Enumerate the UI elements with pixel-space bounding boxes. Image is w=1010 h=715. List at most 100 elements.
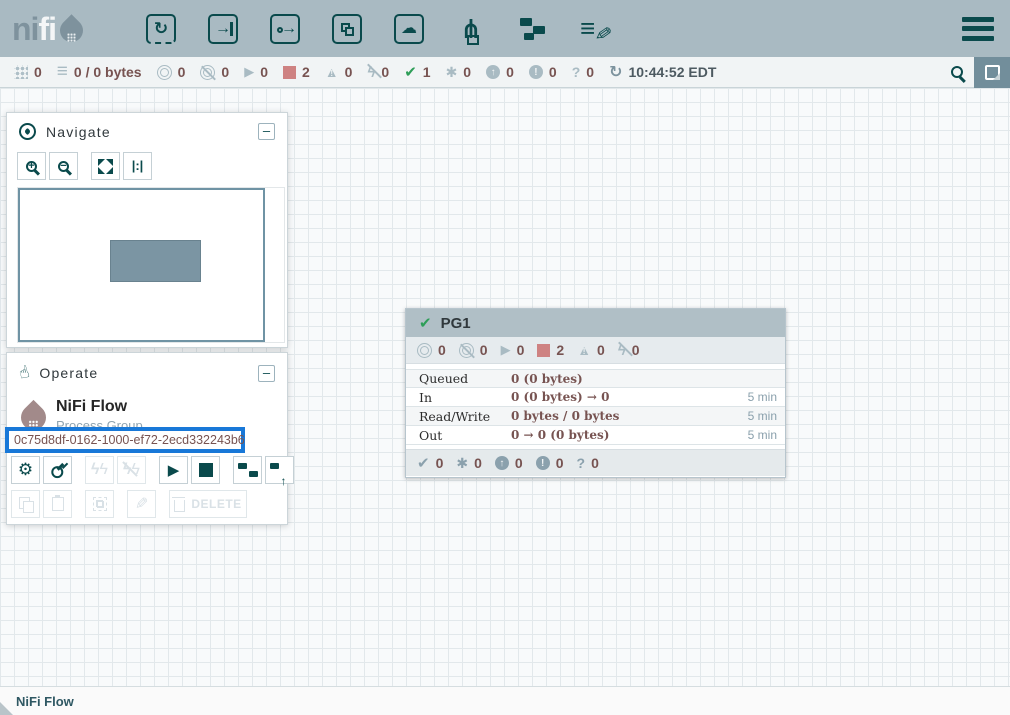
operate-panel-header: Operate [7,353,287,391]
pg-badge-stopped: 2 [537,342,564,358]
flow-id-highlight-box: 0c75d8df-0162-1000-ef72-2ecd332243b6 [5,427,245,453]
breadcrumb-nifi-flow[interactable]: NiFi Flow [16,694,74,709]
stat-row-in: In 0 (0 bytes) → 0 5 min [406,388,785,407]
valid-check-icon [419,314,432,332]
valid-icon [404,63,417,81]
navigate-collapse-button[interactable] [258,123,275,140]
process-group-component[interactable]: PG1 0 0 0 2 0 0 Queued 0 (0 bytes) In 0 … [405,308,786,478]
transmitting-icon [157,65,172,80]
operate-collapse-button[interactable] [258,365,275,382]
delete-button[interactable]: DELETE [169,490,247,518]
processor-draggable[interactable]: ↻ [141,10,181,48]
zoom-in-button[interactable]: + [17,152,46,180]
output-port-draggable[interactable]: → [265,10,305,48]
process-group-icon [332,14,362,44]
funnel-draggable[interactable]: ⋔ [451,10,491,48]
navigate-panel: Navigate + − [6,112,288,348]
trash-icon [174,500,185,512]
valid-icon [417,454,430,472]
nifi-drop-icon [55,14,88,47]
zoom-actual-size-button[interactable] [123,152,152,180]
last-refresh-time: 10:44:52 EDT [628,64,716,80]
zoom-out-button[interactable]: − [49,152,78,180]
up-to-date-icon [495,456,509,470]
operate-buttons-row-1: ϟ ϟ [11,456,294,484]
navigate-panel-title: Navigate [46,124,111,140]
stop-button[interactable] [191,456,220,484]
pg-footer-disabled: 0 [456,455,482,472]
upload-template-icon [270,462,290,478]
status-connected-nodes: 0 [14,64,42,80]
copy-icon [19,497,33,511]
start-button[interactable] [159,456,188,484]
nifi-logo: nifi [12,13,83,45]
input-port-draggable[interactable]: → [203,10,243,48]
actual-size-icon [132,157,144,175]
template-draggable[interactable] [513,10,553,48]
global-menu-button[interactable] [962,17,994,41]
paste-button[interactable] [43,490,72,518]
copy-button[interactable] [11,490,40,518]
operate-panel-title: Operate [39,365,98,381]
configuration-button[interactable] [11,456,40,484]
hamburger-menu-icon [962,17,994,22]
pg-footer-up-to-date: 0 [495,455,523,471]
sync-failure-icon [572,64,581,80]
group-button[interactable] [85,490,114,518]
pg-badge-warning: 0 [577,342,605,358]
hand-pointer-icon [19,363,29,383]
upload-template-button[interactable] [265,456,294,484]
stop-square-icon [199,463,213,477]
sync-failure-icon [577,455,586,471]
label-icon [580,15,610,43]
operate-buttons-row-2: DELETE [11,490,247,518]
logo-text-ni: ni [12,13,38,45]
access-policies-button[interactable] [43,456,72,484]
warning-icon [577,343,591,357]
status-warning: 0 [325,64,353,80]
paste-icon [52,497,64,511]
running-icon [501,342,511,358]
birdseye-minimap[interactable] [17,187,285,343]
template-icon [520,18,546,40]
gear-icon [18,460,33,480]
process-group-footer-badges: 0 0 0 0 0 [406,449,785,476]
key-icon [48,461,66,479]
zoom-fit-button[interactable] [91,152,120,180]
disabled-icon [456,455,468,472]
transmitting-icon [417,343,432,358]
status-not-transmitting: 0 [200,64,229,80]
bulletin-board-button[interactable] [974,57,1010,88]
flow-id-value: 0c75d8df-0162-1000-ef72-2ecd332243b6 [9,433,245,447]
pg-badge-running: 0 [501,342,525,358]
nifi-application: nifi ↻ → → ☁ ⋔ 0 0 / 0 bytes 0 0 0 2 0 0… [0,0,1010,715]
status-sync-failure: 0 [572,64,594,80]
disable-bolt-icon: ϟ [123,461,140,479]
save-template-button[interactable] [233,456,262,484]
breadcrumb-corner-grip [0,702,13,715]
delete-button-label: DELETE [191,497,241,511]
pg-footer-valid: 0 [417,454,443,472]
process-group-stats: Queued 0 (0 bytes) In 0 (0 bytes) → 0 5 … [406,364,785,449]
search-icon [951,66,963,78]
stopped-icon [283,66,296,79]
output-port-icon: → [270,14,300,44]
input-port-icon: → [208,14,238,44]
change-color-button[interactable] [127,490,156,518]
status-refresh[interactable]: 10:44:52 EDT [609,62,716,82]
pg-badge-transmitting: 0 [417,342,446,358]
enable-button[interactable]: ϟ [85,456,114,484]
note-icon [985,65,1000,80]
enable-bolt-icon: ϟ [91,461,108,479]
funnel-icon: ⋔ [460,16,482,42]
search-button[interactable] [940,57,974,87]
refresh-icon [609,62,622,82]
cluster-grid-icon [14,65,28,79]
remote-process-group-draggable[interactable]: ☁ [389,10,429,48]
processor-icon: ↻ [146,14,176,44]
process-group-header: PG1 [406,309,785,337]
disable-button[interactable]: ϟ [117,456,146,484]
label-draggable[interactable] [575,10,615,48]
save-template-icon [238,462,258,478]
process-group-draggable[interactable] [327,10,367,48]
